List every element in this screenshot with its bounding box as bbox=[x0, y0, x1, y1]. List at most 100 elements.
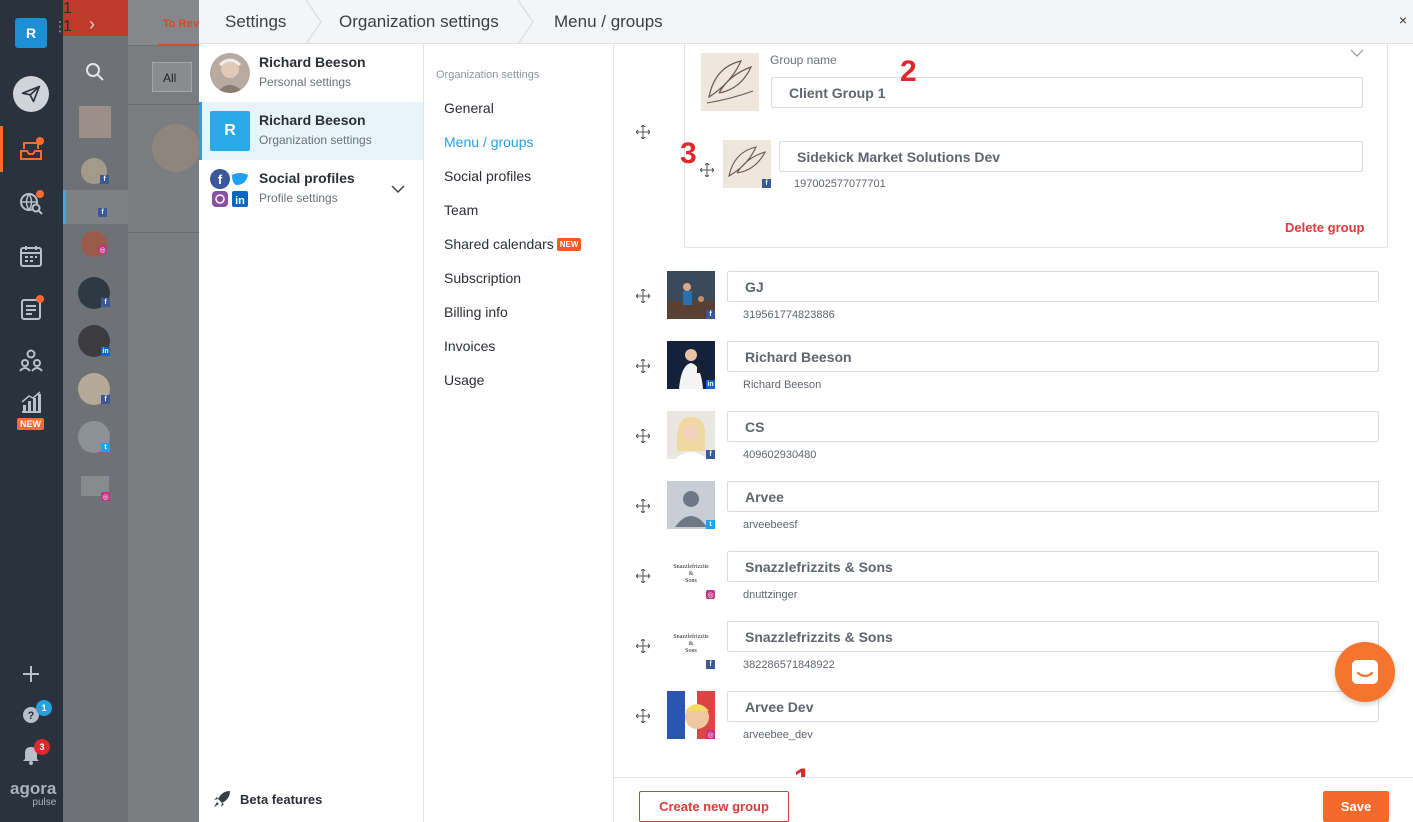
profile-thumb[interactable] bbox=[79, 106, 111, 138]
facebook-icon: f bbox=[706, 450, 715, 459]
account-name-input[interactable] bbox=[727, 691, 1379, 722]
breadcrumb-organization-settings[interactable]: Organization settings bbox=[323, 0, 517, 44]
team-icon bbox=[19, 349, 43, 372]
annotation-1: 1 bbox=[794, 763, 811, 777]
menu-item-usage[interactable]: Usage bbox=[444, 372, 484, 388]
account-thumbnail: in bbox=[667, 341, 715, 389]
twitter-icon: t bbox=[101, 443, 110, 452]
account-row: t arveebeesf bbox=[614, 481, 1413, 551]
team-button[interactable] bbox=[18, 347, 44, 373]
account-name-input[interactable] bbox=[727, 341, 1379, 372]
new-tag: NEW bbox=[556, 238, 582, 251]
account-name-input[interactable] bbox=[727, 271, 1379, 302]
publish-button[interactable] bbox=[13, 76, 49, 112]
social-networks-icon: f in bbox=[210, 169, 250, 209]
filter-all[interactable]: All bbox=[152, 62, 192, 92]
instagram-icon: ◎ bbox=[101, 492, 110, 501]
account-thumbnail: Snazzlefrizzits & Sons f bbox=[667, 621, 715, 669]
profile-social-profiles[interactable]: f in Social profiles Profile settings bbox=[199, 160, 423, 218]
chevron-right-icon[interactable]: › bbox=[89, 14, 95, 35]
menu-item-general[interactable]: General bbox=[444, 100, 494, 116]
save-button[interactable]: Save bbox=[1323, 791, 1389, 822]
account-thumbnail: Snazzlefrizzits & Sons ◎ bbox=[667, 551, 715, 599]
drag-handle-icon[interactable] bbox=[636, 709, 650, 723]
facebook-icon: f bbox=[706, 310, 715, 319]
account-name-input[interactable] bbox=[727, 411, 1379, 442]
facebook-icon: f bbox=[100, 175, 109, 184]
chevron-down-icon[interactable] bbox=[391, 184, 405, 194]
instagram-icon: ◎ bbox=[706, 590, 715, 599]
rocket-icon bbox=[214, 791, 230, 807]
account-subtitle: dnuttzinger bbox=[743, 589, 798, 601]
settings-profile-list: Richard Beeson Personal settings R Richa… bbox=[199, 44, 424, 822]
facebook-icon: f bbox=[762, 179, 771, 188]
drag-handle-icon[interactable] bbox=[636, 125, 650, 139]
tab-underline bbox=[158, 44, 199, 46]
breadcrumb-separator bbox=[305, 0, 322, 44]
analytics-button[interactable] bbox=[18, 389, 44, 415]
message-avatar[interactable] bbox=[152, 124, 200, 172]
breadcrumb-settings[interactable]: Settings bbox=[199, 0, 305, 44]
account-thumbnail: t bbox=[667, 481, 715, 529]
profile-organization-settings[interactable]: R Richard Beeson Organization settings bbox=[199, 102, 423, 160]
menu-item-billing-info[interactable]: Billing info bbox=[444, 304, 508, 320]
logo-text: & bbox=[688, 571, 694, 577]
breadcrumb: Settings Organization settings Menu / gr… bbox=[199, 0, 1413, 44]
group-name-label: Group name bbox=[770, 53, 837, 67]
profile-subtitle: Personal settings bbox=[259, 75, 352, 89]
logo-text: Snazzlefrizzits bbox=[673, 634, 709, 640]
account-name-input[interactable] bbox=[727, 551, 1379, 582]
profile-name: Social profiles bbox=[259, 170, 355, 186]
beta-features-link[interactable]: Beta features bbox=[213, 790, 322, 808]
profile-personal-settings[interactable]: Richard Beeson Personal settings bbox=[199, 44, 423, 102]
workspace-avatar[interactable]: R bbox=[15, 18, 47, 48]
divider bbox=[128, 104, 199, 105]
account-name-input[interactable] bbox=[727, 481, 1379, 512]
drag-handle-icon[interactable] bbox=[636, 499, 650, 513]
chevron-down-icon[interactable] bbox=[1350, 49, 1364, 58]
tab-to-review[interactable]: To Rev bbox=[163, 18, 199, 30]
chat-launcher-button[interactable] bbox=[1335, 642, 1395, 702]
create-new-group-button[interactable]: Create new group bbox=[639, 791, 789, 822]
menu-item-shared-calendars[interactable]: Shared calendars NEW bbox=[444, 236, 582, 252]
menu-item-menu-groups[interactable]: Menu / groups bbox=[444, 134, 534, 150]
account-name-input[interactable] bbox=[727, 621, 1379, 652]
facebook-icon: f bbox=[101, 395, 110, 404]
menu-item-invoices[interactable]: Invoices bbox=[444, 338, 495, 354]
menu-item-social-profiles[interactable]: Social profiles bbox=[444, 168, 531, 184]
delete-group-button[interactable]: Delete group bbox=[1285, 220, 1364, 235]
avatar: R bbox=[210, 111, 250, 151]
drag-handle-icon[interactable] bbox=[700, 163, 714, 177]
close-icon[interactable]: × bbox=[1399, 12, 1407, 28]
group-member-name-input[interactable] bbox=[779, 141, 1363, 172]
help-badge: 1 bbox=[36, 700, 52, 716]
chat-icon bbox=[1352, 660, 1378, 684]
add-button[interactable] bbox=[18, 661, 44, 687]
group-thumbnail bbox=[701, 53, 759, 111]
menu-item-team[interactable]: Team bbox=[444, 202, 478, 218]
facebook-icon: f bbox=[98, 208, 107, 217]
search-icon[interactable] bbox=[85, 62, 105, 87]
drag-handle-icon[interactable] bbox=[636, 639, 650, 653]
account-thumbnail: ◎ bbox=[667, 691, 715, 739]
calendar-button[interactable] bbox=[18, 243, 44, 269]
profile-name: Richard Beeson bbox=[259, 112, 366, 128]
profile-name: Richard Beeson bbox=[259, 54, 366, 70]
menu-item-subscription[interactable]: Subscription bbox=[444, 270, 521, 286]
svg-text:?: ? bbox=[28, 710, 35, 722]
menu-heading: Organization settings bbox=[436, 69, 540, 81]
kebab-icon[interactable]: ⋮ bbox=[53, 19, 67, 44]
app-rail: R ⋮ NEW ? 1 3 agora pulse bbox=[0, 0, 67, 822]
account-row: ◎ arveebee_dev bbox=[614, 691, 1413, 761]
group-name-input[interactable] bbox=[771, 77, 1363, 108]
profile-selected-row[interactable] bbox=[63, 190, 128, 224]
drag-handle-icon[interactable] bbox=[636, 429, 650, 443]
settings-menu: Organization settings General Menu / gro… bbox=[424, 44, 614, 822]
breadcrumb-menu-groups: Menu / groups bbox=[554, 12, 663, 31]
analytics-new-tag: NEW bbox=[17, 418, 44, 430]
drag-handle-icon[interactable] bbox=[636, 569, 650, 583]
profile-subtitle: Organization settings bbox=[259, 133, 372, 147]
linkedin-icon: in bbox=[706, 380, 715, 389]
drag-handle-icon[interactable] bbox=[636, 359, 650, 373]
drag-handle-icon[interactable] bbox=[636, 289, 650, 303]
